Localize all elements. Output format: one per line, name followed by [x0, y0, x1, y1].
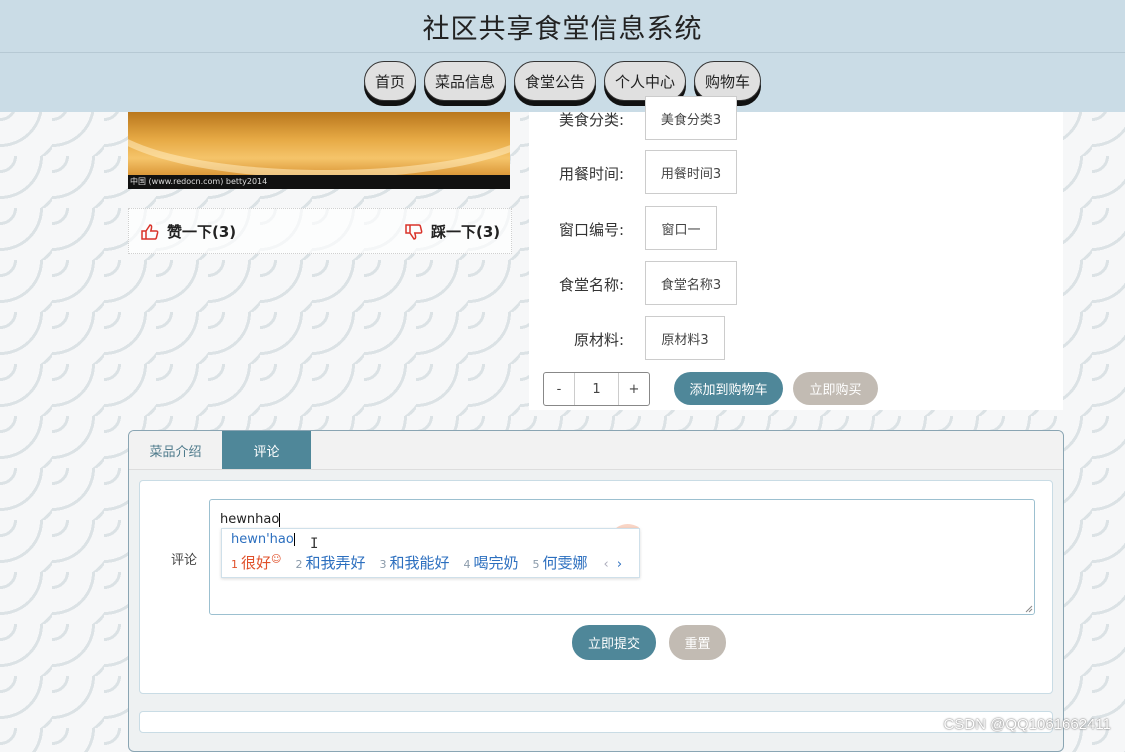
nav-home[interactable]: 首页 [363, 61, 416, 101]
submit-comment-button[interactable]: 立即提交 [572, 625, 656, 660]
dislike-label: 踩一下(3) [431, 223, 501, 241]
main-nav: 首页 菜品信息 食堂公告 个人中心 购物车 [0, 53, 1125, 112]
canteen-name-value: 食堂名称3 [645, 261, 737, 305]
comments-list [139, 711, 1053, 733]
ime-composition: hewn'hao [231, 532, 295, 547]
canteen-name-label: 食堂名称: [558, 276, 624, 294]
vote-bar: 赞一下(3) 踩一下(3) [128, 208, 512, 254]
text-cursor-icon: I [310, 536, 319, 552]
nav-announcements[interactable]: 食堂公告 [513, 61, 596, 101]
nav-cart[interactable]: 购物车 [694, 61, 762, 101]
tab-comments[interactable]: 评论 [222, 431, 311, 469]
quantity-decrement[interactable]: - [544, 373, 574, 405]
like-button[interactable]: 赞一下(3) [141, 221, 236, 242]
like-label: 赞一下(3) [167, 223, 237, 241]
tab-dish-intro[interactable]: 菜品介绍 [129, 431, 223, 469]
quantity-stepper: - 1 + [543, 372, 650, 406]
window-number-value: 窗口一 [645, 206, 717, 250]
ime-candidates: 1 很好☺ 2 和我弄好 3 和我能好 4 喝完奶 5 何雯娜 ‹ › [231, 552, 622, 573]
comment-textarea[interactable]: hewnhao hewn'hao 1 很好☺ 2 和我弄好 3 和我能好 4 喝完奶 5… [209, 499, 1035, 615]
site-header: 社区共享食堂信息系统 [0, 0, 1125, 53]
csdn-watermark: CSDN @QQ1061662411 [943, 716, 1111, 733]
dish-tabs-card: 菜品介绍 评论 评论 hewnhao hewn'hao 1 很好☺ 2 和我弄好 3… [128, 430, 1064, 752]
ime-candidate-4[interactable]: 4 喝完奶 [463, 552, 518, 573]
ime-next-page-icon[interactable]: › [617, 557, 622, 572]
ingredients-value: 原材料3 [645, 316, 725, 360]
meal-time-value: 用餐时间3 [645, 150, 737, 194]
site-title: 社区共享食堂信息系统 [422, 13, 703, 45]
ime-candidate-popup: hewn'hao 1 很好☺ 2 和我弄好 3 和我能好 4 喝完奶 5 何雯娜 ‹ › [221, 528, 640, 578]
comment-label: 评论 [171, 553, 198, 568]
resize-handle-icon[interactable] [1024, 604, 1033, 613]
nav-dishes[interactable]: 菜品信息 [423, 61, 506, 101]
ime-candidate-1[interactable]: 1 很好☺ [231, 552, 281, 573]
comment-form: 评论 hewnhao hewn'hao 1 很好☺ 2 和我弄好 3 和我能好 4 喝完… [139, 480, 1053, 694]
ime-emoji-icon: ☺ [271, 554, 282, 565]
ime-candidate-5[interactable]: 5 何雯娜 [533, 552, 588, 573]
dislike-button[interactable]: 踩一下(3) [405, 221, 500, 242]
thumbs-up-icon [141, 223, 159, 240]
ime-candidate-3[interactable]: 3 和我能好 [379, 552, 449, 573]
add-to-cart-button[interactable]: 添加到购物车 [674, 372, 783, 405]
quantity-increment[interactable]: + [619, 373, 649, 405]
quantity-input[interactable]: 1 [574, 373, 619, 405]
thumbs-down-icon [405, 223, 423, 240]
plate-highlight [128, 112, 510, 178]
dish-details: 美食分类: 美食分类3 用餐时间: 用餐时间3 窗口编号: 窗口一 食堂名称: … [529, 96, 1063, 410]
meal-time-label: 用餐时间: [558, 165, 624, 183]
ingredients-label: 原材料: [573, 331, 624, 349]
dish-image: 中国 (www.redocn.com) betty2014 [128, 112, 510, 189]
ime-page-arrows: ‹ › [604, 557, 623, 572]
window-number-label: 窗口编号: [558, 221, 624, 239]
reset-comment-button[interactable]: 重置 [669, 625, 726, 660]
tab-bar: 菜品介绍 评论 [129, 431, 1063, 470]
category-value: 美食分类3 [645, 96, 737, 140]
buy-now-button[interactable]: 立即购买 [793, 372, 878, 405]
category-label: 美食分类: [558, 111, 624, 129]
comment-typed-text: hewnhao [220, 512, 281, 527]
ime-candidate-2[interactable]: 2 和我弄好 [295, 552, 365, 573]
ime-prev-page-icon[interactable]: ‹ [604, 557, 609, 572]
nav-profile[interactable]: 个人中心 [604, 61, 687, 101]
image-watermark: 中国 (www.redocn.com) betty2014 [128, 175, 510, 189]
